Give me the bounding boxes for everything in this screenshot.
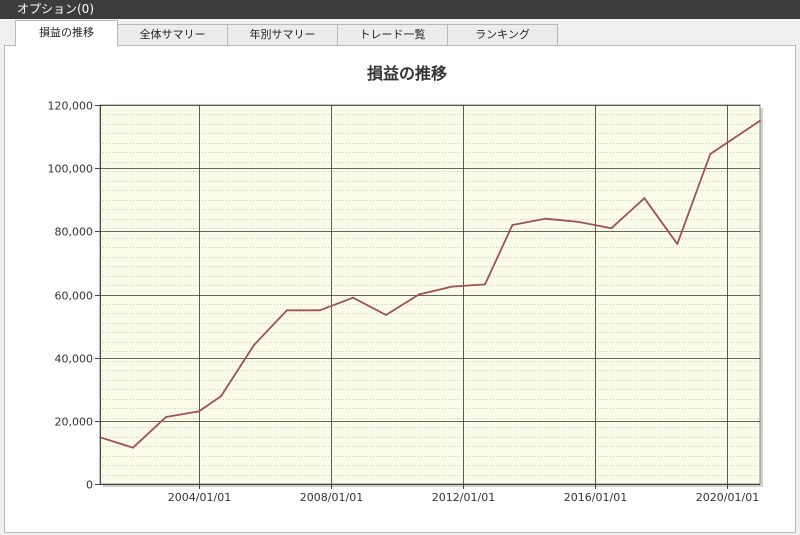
tab-profit-trend[interactable]: 損益の推移 xyxy=(15,20,118,46)
y-tick-label: 60,000 xyxy=(55,290,94,303)
data-point xyxy=(220,395,222,398)
data-point xyxy=(385,314,387,316)
line-chart: 損益の推移 0 20,000 40,000 60,000 80,000 100,000 12… xyxy=(48,64,763,504)
data-point xyxy=(165,416,167,418)
data-point xyxy=(709,153,712,155)
data-point xyxy=(418,293,420,296)
data-point xyxy=(352,296,354,299)
y-tick-label: 100,000 xyxy=(48,163,94,176)
plot-background xyxy=(99,104,761,485)
x-tick-label: 2016/01/01 xyxy=(564,491,627,504)
data-point xyxy=(610,227,613,230)
y-tick-label: 0 xyxy=(86,479,93,492)
data-point xyxy=(544,217,547,220)
data-point xyxy=(286,309,288,312)
data-point xyxy=(759,119,761,122)
plot-area: 0 20,000 40,000 60,000 80,000 100,000 120,000 2… xyxy=(48,100,763,504)
data-point xyxy=(676,243,679,245)
y-tick-label: 120,000 xyxy=(48,100,94,113)
x-tick-label: 2008/01/01 xyxy=(300,491,363,504)
y-tick-label: 40,000 xyxy=(55,353,94,366)
x-tick-label: 2012/01/01 xyxy=(432,491,495,504)
data-point xyxy=(99,436,101,439)
data-point xyxy=(484,283,486,286)
y-tick-label: 20,000 xyxy=(55,416,94,429)
data-point xyxy=(451,285,453,288)
data-point xyxy=(198,410,200,413)
data-point xyxy=(319,309,321,312)
y-tick-label: 80,000 xyxy=(55,226,94,239)
data-point xyxy=(643,197,646,200)
chart-title: 損益の推移 xyxy=(367,64,447,83)
x-tick-label: 2004/01/01 xyxy=(168,491,231,504)
data-point xyxy=(253,344,255,346)
data-point xyxy=(511,224,514,226)
x-tick-label: 2020/01/01 xyxy=(696,491,759,504)
data-point xyxy=(577,221,580,223)
data-point xyxy=(132,446,134,449)
